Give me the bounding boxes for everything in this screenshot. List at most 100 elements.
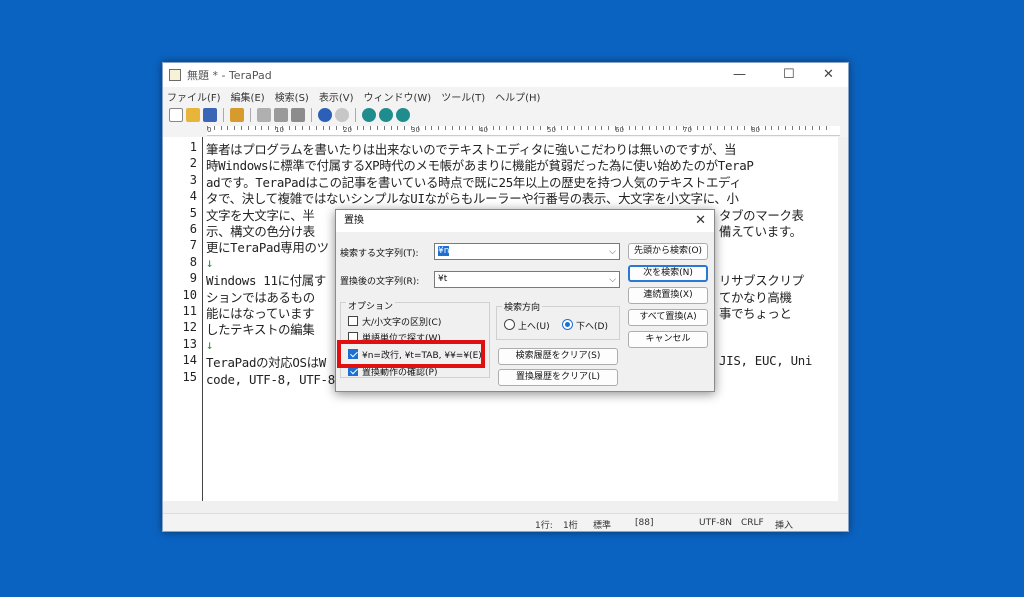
save-icon[interactable] (203, 108, 217, 122)
menu-view[interactable]: 表示(V) (319, 89, 354, 104)
ruler-tick (424, 126, 426, 130)
ruler-tick (798, 126, 800, 130)
ruler-tick (676, 126, 678, 130)
maximize-button[interactable]: ☐ (783, 67, 795, 82)
ruler-tick (649, 126, 650, 130)
replace-all-button[interactable]: すべて置換(A) (628, 309, 708, 326)
ruler-tick (791, 126, 793, 130)
ruler-tick (683, 126, 684, 130)
ruler-tick (377, 126, 378, 130)
horizontal-scrollbar[interactable] (163, 501, 848, 513)
title-bar: 無題 * - TeraPad — ☐ ✕ (163, 63, 848, 87)
status-mode: 標準 (593, 521, 612, 531)
ruler-tick (710, 126, 712, 130)
ruler-tick (764, 126, 766, 130)
find-next-icon[interactable] (379, 108, 393, 122)
text-line-content: 更にTeraPad専用のツ (206, 240, 329, 256)
ruler-tick (288, 126, 290, 130)
case-checkbox[interactable] (348, 316, 358, 326)
direction-down-radio[interactable] (562, 319, 573, 330)
status-newline: CRLF (741, 518, 764, 528)
ruler-tick (295, 126, 297, 130)
new-file-icon[interactable] (169, 108, 183, 122)
line-number: 15 (182, 369, 197, 384)
ruler-tick (465, 126, 467, 130)
toolbar (163, 105, 848, 125)
ruler-tick (621, 126, 623, 130)
print-icon[interactable] (230, 108, 244, 122)
status-count: [88] (635, 518, 654, 528)
ruler-tick (628, 126, 630, 130)
ruler-tick (785, 126, 786, 130)
text-line-content: 示、構文の色分け表 (206, 224, 315, 239)
ruler-tick (703, 126, 705, 130)
find-icon[interactable] (362, 108, 376, 122)
clear-replace-history-button[interactable]: 置換履歴をクリア(L) (498, 369, 618, 386)
ruler-tick (608, 126, 610, 130)
replace-input[interactable]: ¥t ⌵ (434, 271, 620, 288)
search-value: ¥n (438, 246, 450, 256)
ruler-tick (472, 126, 474, 130)
ruler-tick (744, 126, 746, 130)
ruler-tick (275, 126, 276, 130)
replace-value: ¥t (438, 274, 448, 284)
line-number: 4 (189, 189, 197, 204)
ruler-tick (451, 126, 453, 130)
find-next-button[interactable]: 次を検索(N) (628, 265, 708, 282)
menu-help[interactable]: ヘルプ(H) (495, 89, 540, 104)
ruler-tick (689, 126, 691, 130)
text-line: タで、決して複雑ではないシンプルなUIながらもルーラーや行番号の表示、大文字を小… (206, 189, 836, 207)
ruler-tick (241, 126, 242, 130)
redo-icon[interactable] (335, 108, 349, 122)
annotation-highlight-box (337, 340, 485, 368)
ruler-tick (574, 126, 576, 130)
menu-tools[interactable]: ツール(T) (441, 89, 485, 104)
dialog-close-icon[interactable]: ✕ (695, 213, 706, 228)
ruler-tick (825, 126, 827, 130)
ruler-tick (438, 126, 440, 130)
menu-window[interactable]: ウィンドウ(W) (364, 89, 432, 104)
text-line-content: 文字を大文字に、半 (206, 207, 315, 223)
ruler-tick (363, 126, 365, 130)
ruler-tick (227, 126, 229, 130)
chevron-down-icon[interactable]: ⌵ (609, 245, 616, 260)
chevron-down-icon[interactable]: ⌵ (609, 273, 616, 288)
line-number: 1 (189, 140, 197, 154)
search-input[interactable]: ¥n ⌵ (434, 243, 620, 260)
ruler-tick (220, 126, 222, 130)
find-prev-icon[interactable] (396, 108, 410, 122)
paste-icon[interactable] (291, 108, 305, 122)
status-line: 1行: (535, 521, 553, 531)
ruler-tick (519, 126, 521, 130)
ruler-tick (757, 126, 759, 130)
close-button[interactable]: ✕ (823, 67, 834, 82)
ruler-tick (730, 126, 732, 130)
replace-button[interactable]: 連続置換(X) (628, 287, 708, 304)
line-number: 11 (182, 304, 197, 318)
menu-edit[interactable]: 編集(E) (231, 89, 265, 104)
search-from-top-button[interactable]: 先頭から検索(O) (628, 243, 708, 260)
menu-file[interactable]: ファイル(F) (167, 89, 221, 104)
line-number: 9 (189, 271, 197, 286)
cut-icon[interactable] (257, 108, 271, 122)
dialog-title: 置換 (336, 210, 714, 232)
ruler-tick (213, 126, 215, 130)
status-encoding: UTF-8N (699, 518, 732, 528)
menu-search[interactable]: 検索(S) (275, 89, 309, 104)
open-folder-icon[interactable] (186, 108, 200, 122)
ruler-tick (526, 126, 528, 130)
copy-icon[interactable] (274, 108, 288, 122)
clear-search-history-button[interactable]: 検索履歴をクリア(S) (498, 348, 618, 365)
ruler-tick (547, 126, 548, 130)
status-insert-mode: 挿入 (775, 521, 794, 531)
direction-up-radio[interactable] (504, 319, 515, 330)
vertical-scrollbar[interactable] (838, 137, 848, 501)
text-line-fragment: JIS, EUC, Uni (719, 353, 813, 369)
undo-icon[interactable] (318, 108, 332, 122)
ruler-tick (771, 126, 773, 130)
ruler-tick (499, 126, 501, 130)
text-line-content: 能にはなっています (206, 306, 315, 321)
menu-bar: ファイル(F) 編集(E) 検索(S) 表示(V) ウィンドウ(W) ツール(T… (163, 87, 848, 105)
cancel-button[interactable]: キャンセル (628, 331, 708, 348)
minimize-button[interactable]: — (733, 67, 746, 82)
